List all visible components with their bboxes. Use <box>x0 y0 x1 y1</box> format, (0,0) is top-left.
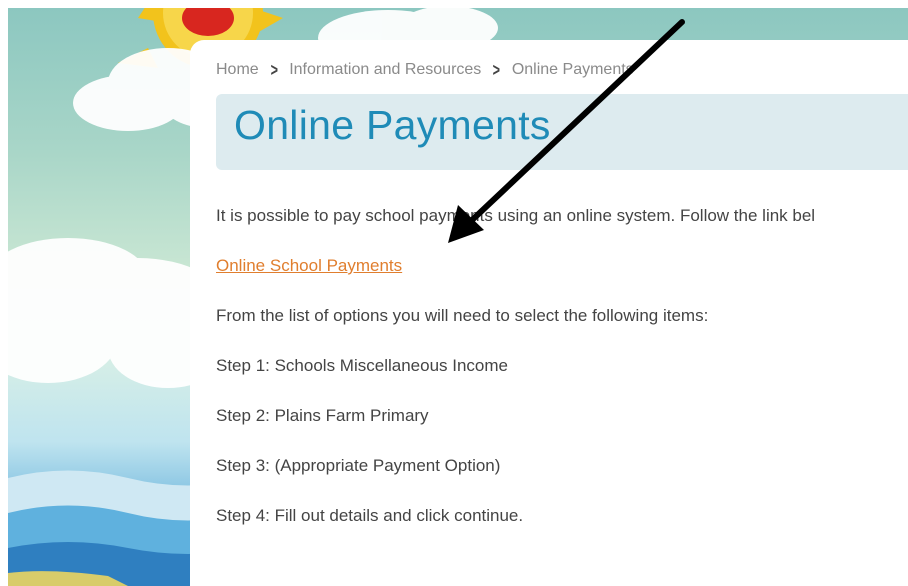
breadcrumb-information-link[interactable]: Information and Resources <box>289 61 481 79</box>
step-3-text: Step 3: (Appropriate Payment Option) <box>216 456 501 475</box>
step-1-text: Step 1: Schools Miscellaneous Income <box>216 356 508 375</box>
chevron-right-icon: > <box>270 60 278 80</box>
step-4-text: Step 4: Fill out details and click conti… <box>216 506 524 525</box>
step-2-text: Step 2: Plains Farm Primary <box>216 406 429 425</box>
breadcrumb-current: Online Payments <box>511 61 634 78</box>
left-border <box>0 8 8 586</box>
chevron-right-icon: > <box>492 60 501 80</box>
page-title: Online Payments <box>234 102 551 148</box>
top-border <box>0 0 908 8</box>
breadcrumb-home-link[interactable]: Home <box>216 61 259 79</box>
online-school-payments-link[interactable]: Online School Payments <box>216 256 402 275</box>
intro-text: It is possible to pay school payments us… <box>216 206 816 225</box>
breadcrumb: Home > Information and Resources > Onlin… <box>216 60 634 80</box>
page-title-box: Online Payments <box>216 94 908 170</box>
instructions-text: From the list of options you will need t… <box>216 306 709 325</box>
